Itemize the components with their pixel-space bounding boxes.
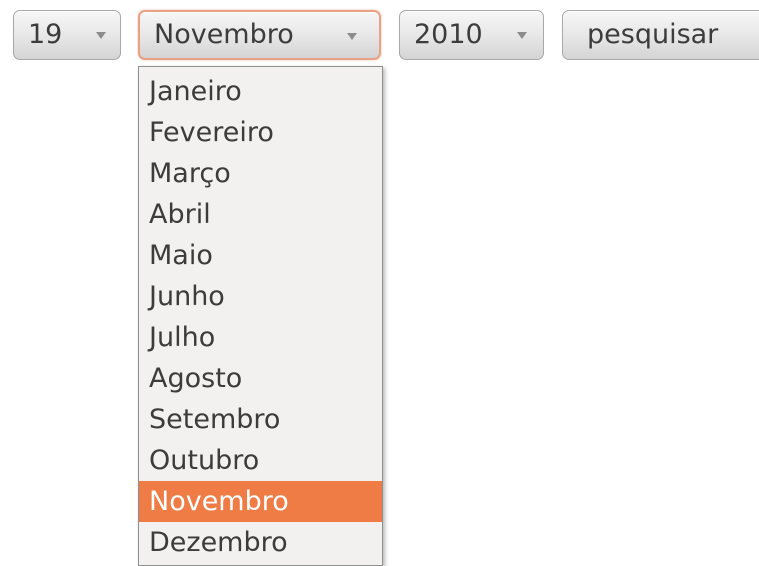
month-select-value: Novembro <box>154 19 294 50</box>
chevron-down-icon <box>347 33 357 40</box>
search-button[interactable]: pesquisar <box>562 10 759 60</box>
month-option-setembro[interactable]: Setembro <box>139 399 382 440</box>
day-select-value: 19 <box>28 19 63 50</box>
month-option-julho[interactable]: Julho <box>139 317 382 358</box>
day-select[interactable]: 19 <box>13 10 121 60</box>
month-option-agosto[interactable]: Agosto <box>139 358 382 399</box>
chevron-down-icon <box>96 32 106 39</box>
month-option-abril[interactable]: Abril <box>139 194 382 235</box>
month-option-outubro[interactable]: Outubro <box>139 440 382 481</box>
month-option-junho[interactable]: Junho <box>139 276 382 317</box>
search-button-label: pesquisar <box>587 19 719 50</box>
month-option-novembro[interactable]: Novembro <box>139 481 382 522</box>
month-dropdown-list: Janeiro Fevereiro Março Abril Maio Junho… <box>138 66 383 566</box>
month-option-marco[interactable]: Março <box>139 153 382 194</box>
month-select[interactable]: Novembro <box>138 10 381 60</box>
month-option-dezembro[interactable]: Dezembro <box>139 522 382 563</box>
month-option-maio[interactable]: Maio <box>139 235 382 276</box>
year-select[interactable]: 2010 <box>399 10 544 60</box>
year-select-value: 2010 <box>414 19 483 50</box>
chevron-down-icon <box>517 32 527 39</box>
month-option-fevereiro[interactable]: Fevereiro <box>139 112 382 153</box>
month-option-janeiro[interactable]: Janeiro <box>139 71 382 112</box>
